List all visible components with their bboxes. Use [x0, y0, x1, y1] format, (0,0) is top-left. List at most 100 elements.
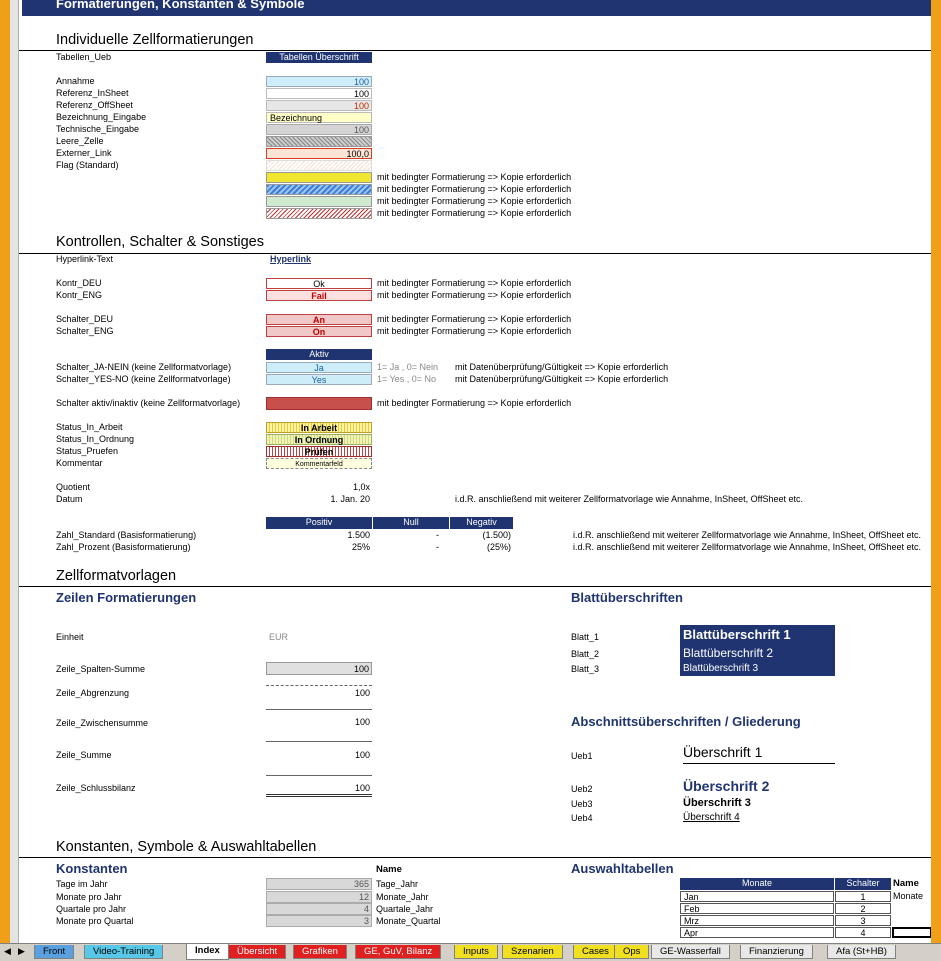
note-cond-3: mit bedingter Formatierung => Kopie erfo…: [377, 196, 572, 206]
tab-ops[interactable]: Ops: [614, 945, 650, 959]
sheet-title: Formatierungen, Konstanten & Symbole: [56, 0, 305, 11]
tab-index[interactable]: Index: [186, 944, 229, 960]
cell-zeile-spalten-summe[interactable]: 100: [266, 662, 372, 675]
auswahl-row-jan[interactable]: Jan: [680, 891, 834, 902]
cell-flag-blue[interactable]: [266, 184, 372, 195]
cell-tabellen-ueb[interactable]: Tabellen Überschrift: [266, 52, 372, 63]
cell-kommentar[interactable]: Kommentarfeld: [266, 458, 372, 469]
header-null: Null: [373, 517, 449, 529]
worksheet[interactable]: Formatierungen, Konstanten & Symbole Ind…: [19, 0, 931, 943]
label-bezeichnung-eingabe: Bezeichnung_Eingabe: [56, 112, 147, 122]
cell-tage-jahr[interactable]: 365: [266, 878, 372, 890]
tab-front[interactable]: Front: [34, 945, 75, 959]
auswahl-row-jan-value[interactable]: 1: [835, 891, 891, 902]
zwischensumme-underline: [266, 741, 372, 742]
section-divider: [19, 586, 931, 587]
tab-ge-guv-bilanz[interactable]: GE, GuV, Bilanz: [355, 945, 442, 959]
ueb4-value[interactable]: Überschrift 4: [683, 812, 740, 823]
blattueberschriften-title: Blattüberschriften: [571, 590, 683, 605]
cell-annahme[interactable]: 100: [266, 76, 372, 87]
cell-technische-eingabe[interactable]: 100: [266, 124, 372, 135]
cell-schalter-deu[interactable]: An: [266, 314, 372, 325]
ueb1-value[interactable]: Überschrift 1: [683, 744, 835, 764]
label-monate-quartal: Monate pro Quartal: [56, 916, 134, 926]
auswahl-name-monate: Monate: [893, 891, 924, 901]
header-monate: Monate: [680, 878, 834, 890]
spreadsheet-window: Formatierungen, Konstanten & Symbole Ind…: [10, 0, 931, 943]
tab-afa[interactable]: Afa (St+HB): [827, 945, 896, 959]
cell-schalter-eng[interactable]: On: [266, 326, 372, 337]
cell-zeile-abgrenzung[interactable]: 100: [266, 685, 372, 699]
auswahl-row-apr[interactable]: Apr: [680, 927, 834, 938]
cell-quartale-jahr[interactable]: 4: [266, 903, 372, 915]
auswahl-row-mrz-value[interactable]: 3: [835, 915, 891, 926]
cell-status-pruefen[interactable]: Prüfen: [266, 446, 372, 457]
blatt-3-value[interactable]: Blattüberschrift 3: [683, 663, 758, 674]
cell-yes-no[interactable]: Yes: [266, 374, 372, 385]
cell-zeile-zwischensumme[interactable]: 100: [266, 716, 372, 729]
tab-inputs[interactable]: Inputs: [454, 945, 498, 959]
blatt-1-value[interactable]: Blattüberschrift 1: [683, 627, 791, 642]
cell-einheit[interactable]: EUR: [269, 632, 288, 642]
cell-zeile-summe[interactable]: 100: [266, 749, 372, 762]
cell-flag-red[interactable]: [266, 208, 372, 219]
cell-status-ordnung[interactable]: In Ordnung: [266, 434, 372, 445]
cell-kontr-eng[interactable]: Fail: [266, 290, 372, 301]
cell-referenz-offsheet[interactable]: 100: [266, 100, 372, 111]
auswahl-row-feb[interactable]: Feb: [680, 903, 834, 914]
row-headers[interactable]: [10, 0, 19, 943]
sheet-title-bar: Formatierungen, Konstanten & Symbole: [22, 0, 931, 16]
label-blatt-3: Blatt_3: [571, 664, 600, 674]
cell-leere-zelle[interactable]: [266, 136, 372, 147]
label-blatt-2: Blatt_2: [571, 649, 600, 659]
konstanten-name-header: Name: [376, 864, 402, 875]
label-referenz-offsheet: Referenz_OffSheet: [56, 100, 133, 110]
label-ueb3: Ueb3: [571, 799, 593, 809]
cell-zahl-prozent-pos[interactable]: 25%: [266, 542, 370, 553]
cell-zeile-schlussbilanz[interactable]: 100: [266, 782, 372, 797]
ueb2-value[interactable]: Überschrift 2: [683, 778, 769, 794]
auswahl-row-mrz[interactable]: Mrz: [680, 915, 834, 926]
blatt-2-value[interactable]: Blattüberschrift 2: [683, 646, 773, 660]
cell-status-arbeit[interactable]: In Arbeit: [266, 422, 372, 433]
cell-datum[interactable]: 1. Jan. 20: [266, 494, 372, 505]
tab-szenarien[interactable]: Szenarien: [502, 945, 563, 959]
tab-video-training[interactable]: Video-Training: [84, 945, 164, 959]
cell-aktiv-inaktiv[interactable]: [266, 397, 372, 410]
cell-flag-standard[interactable]: [266, 160, 372, 171]
hyperlink[interactable]: Hyperlink: [270, 254, 311, 264]
cell-flag-green[interactable]: [266, 196, 372, 207]
cell-ja-nein[interactable]: Ja: [266, 362, 372, 373]
cell-quotient[interactable]: 1,0x: [266, 482, 372, 493]
tab-cases[interactable]: Cases: [573, 945, 618, 959]
tab-ge-wasserfall[interactable]: GE-Wasserfall: [651, 945, 730, 959]
cell-zahl-prozent-neg[interactable]: (25%): [450, 542, 511, 553]
label-zeile-abgrenzung: Zeile_Abgrenzung: [56, 688, 130, 698]
active-cell-cursor[interactable]: [892, 927, 931, 938]
tab-scroll-right-icon[interactable]: ▶: [18, 946, 25, 957]
auswahl-row-apr-value[interactable]: 4: [835, 927, 891, 938]
tab-uebersicht[interactable]: Übersicht: [228, 945, 287, 959]
auswahl-row-feb-value[interactable]: 2: [835, 903, 891, 914]
cell-flag-yellow[interactable]: [266, 172, 372, 183]
tab-grafiken[interactable]: Grafiken: [293, 945, 347, 959]
cell-zahl-standard-pos[interactable]: 1.500: [266, 530, 370, 541]
cell-zahl-prozent-null[interactable]: -: [373, 542, 439, 553]
hint-ja-nein: 1= Ja , 0= Nein: [377, 362, 439, 372]
cell-kontr-deu[interactable]: Ok: [266, 278, 372, 289]
cell-bezeichnung-eingabe[interactable]: Bezeichnung: [266, 112, 372, 123]
header-positiv: Positiv: [266, 517, 372, 529]
cell-monate-jahr[interactable]: 12: [266, 891, 372, 903]
cell-monate-quartal[interactable]: 3: [266, 915, 372, 927]
label-flag-standard: Flag (Standard): [56, 160, 119, 170]
tab-finanzierung[interactable]: Finanzierung: [740, 945, 813, 959]
ueb3-value[interactable]: Überschrift 3: [683, 797, 751, 809]
cell-zahl-standard-null[interactable]: -: [373, 530, 439, 541]
cell-referenz-insheet[interactable]: 100: [266, 88, 372, 99]
name-tage-jahr: Tage_Jahr: [376, 879, 419, 889]
cell-zahl-standard-neg[interactable]: (1.500): [450, 530, 511, 541]
label-zahl-prozent: Zahl_Prozent (Basisformatierung): [56, 542, 191, 552]
section-title-konstanten: Konstanten, Symbole & Auswahltabellen: [56, 839, 317, 855]
tab-scroll-left-icon[interactable]: ◀: [4, 946, 11, 957]
cell-externer-link[interactable]: 100,0: [266, 148, 372, 159]
